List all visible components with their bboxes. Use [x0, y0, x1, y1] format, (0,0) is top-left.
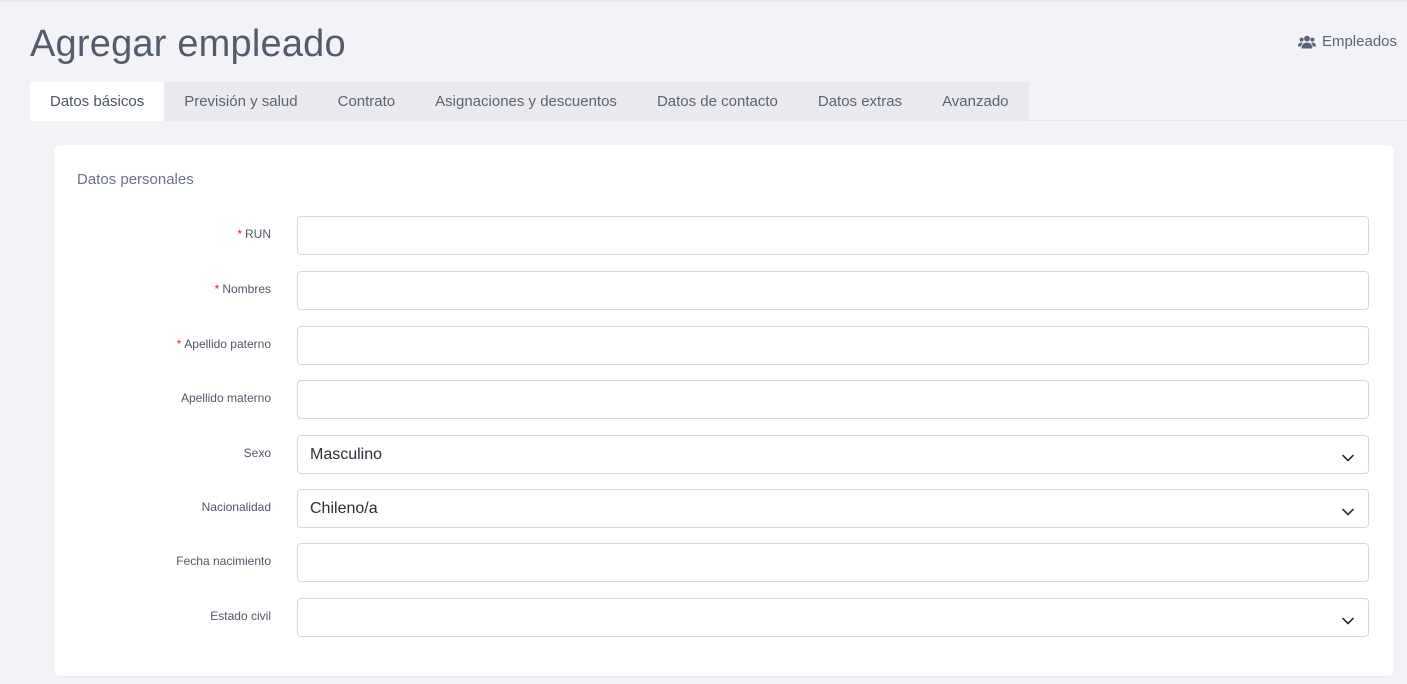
- page-title: Agregar empleado: [30, 23, 346, 65]
- estado-civil-label: Estado civil: [210, 609, 271, 623]
- fecha-nacimiento-label: Fecha nacimiento: [176, 554, 271, 568]
- nacionalidad-select[interactable]: Chileno/a: [297, 489, 1369, 528]
- tab-datos-extras[interactable]: Datos extras: [798, 82, 922, 121]
- tab-contrato[interactable]: Contrato: [318, 82, 416, 121]
- apellido-paterno-row: * Apellido paterno: [54, 326, 1394, 365]
- sexo-label: Sexo: [243, 446, 271, 460]
- nacionalidad-label: Nacionalidad: [201, 500, 271, 514]
- employees-link-label: Empleados: [1321, 33, 1397, 50]
- apellido-materno-label: Apellido materno: [180, 391, 271, 405]
- apellido-materno-row: Apellido materno: [54, 380, 1394, 419]
- nacionalidad-row: Nacionalidad Chileno/a: [54, 489, 1394, 528]
- sexo-selected-value: Masculino: [310, 445, 383, 463]
- nombres-input[interactable]: [297, 271, 1369, 310]
- section-title: Datos personales: [77, 171, 194, 188]
- fecha-nacimiento-row: Fecha nacimiento: [54, 543, 1394, 582]
- sexo-row: Sexo Masculino: [54, 435, 1394, 474]
- tab-prevision-salud[interactable]: Previsión y salud: [164, 82, 317, 121]
- tab-avanzado[interactable]: Avanzado: [922, 82, 1028, 121]
- apellido-paterno-label: * Apellido paterno: [176, 337, 271, 351]
- employees-link[interactable]: Empleados: [1297, 33, 1397, 50]
- tab-datos-basicos[interactable]: Datos básicos: [30, 82, 165, 121]
- apellido-paterno-input[interactable]: [297, 326, 1369, 365]
- tab-strip: Datos básicos Previsión y salud Contrato…: [30, 82, 1407, 121]
- required-marker: *: [214, 282, 220, 296]
- run-input[interactable]: [297, 216, 1369, 255]
- run-row: * RUN: [54, 216, 1394, 255]
- apellido-materno-input[interactable]: [297, 380, 1369, 419]
- top-divider: [0, 0, 1407, 2]
- required-marker: *: [237, 227, 242, 241]
- personal-data-card: Datos personales * RUN * Nombres * Apellido…: [54, 145, 1394, 676]
- tab-datos-contacto[interactable]: Datos de contacto: [637, 82, 798, 121]
- chevron-down-icon: [1342, 503, 1354, 521]
- sexo-select[interactable]: Masculino: [297, 435, 1369, 474]
- tab-bar: Datos básicos Previsión y salud Contrato…: [30, 82, 1029, 121]
- nombres-label: * Nombres: [214, 282, 271, 296]
- tab-asignaciones-descuentos[interactable]: Asignaciones y descuentos: [415, 82, 637, 121]
- required-marker: *: [176, 337, 182, 351]
- estado-civil-row: Estado civil: [54, 598, 1394, 637]
- users-icon: [1297, 35, 1316, 49]
- nacionalidad-selected-value: Chileno/a: [310, 499, 378, 517]
- fecha-nacimiento-input[interactable]: [297, 543, 1369, 582]
- page: Agregar empleado Empleados Datos básicos…: [0, 0, 1407, 684]
- estado-civil-select[interactable]: [297, 598, 1369, 637]
- chevron-down-icon: [1342, 612, 1354, 630]
- chevron-down-icon: [1342, 449, 1354, 467]
- run-label: * RUN: [237, 227, 271, 241]
- nombres-row: * Nombres: [54, 271, 1394, 310]
